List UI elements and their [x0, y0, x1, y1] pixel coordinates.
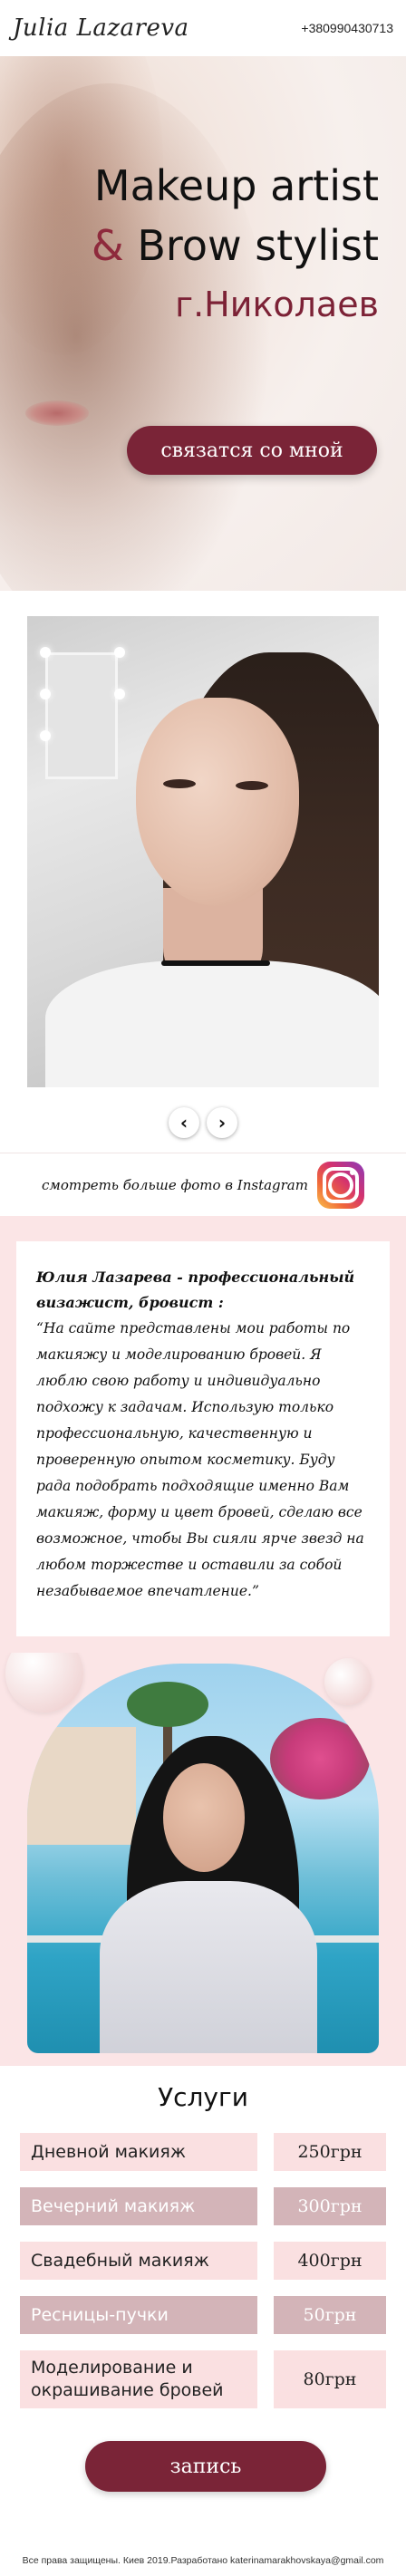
- photo-bulb: [114, 689, 125, 699]
- hero-title: Makeup artist & Brow stylist: [92, 156, 379, 275]
- phone-number[interactable]: +380990430713: [301, 21, 393, 35]
- hero-title-line1: Makeup artist: [93, 161, 379, 210]
- photo-shirt: [45, 960, 379, 1087]
- gallery-section: ‹ ›: [0, 591, 406, 1153]
- instagram-icon-dot: [349, 1169, 355, 1175]
- hero-lips: [25, 400, 89, 426]
- photo-eye: [236, 781, 268, 790]
- decor-circle: [5, 1653, 83, 1713]
- service-price: 400грн: [274, 2242, 386, 2280]
- hero-title-line2: Brow stylist: [123, 221, 379, 270]
- service-name: Свадебный макияж: [20, 2242, 257, 2280]
- hero-section: Makeup artist & Brow stylist г.Николаев …: [0, 47, 406, 591]
- portrait-palm-leaves: [127, 1682, 208, 1727]
- gallery-controls: ‹ ›: [0, 1107, 406, 1138]
- photo-eye: [163, 779, 196, 788]
- instagram-link-bar[interactable]: смотреть больше фото в Instagram: [0, 1153, 406, 1216]
- instagram-link-text[interactable]: смотреть больше фото в Instagram: [42, 1177, 308, 1193]
- portrait-section: [0, 1653, 406, 2066]
- portrait-face: [163, 1763, 245, 1872]
- services-title: Услуги: [158, 2082, 248, 2112]
- photo-choker: [161, 960, 270, 966]
- book-button[interactable]: запись: [85, 2441, 326, 2492]
- instagram-icon[interactable]: [316, 1161, 364, 1209]
- chevron-right-icon[interactable]: ›: [207, 1107, 237, 1138]
- photo-bulb: [40, 730, 51, 741]
- service-price: 50грн: [274, 2296, 386, 2334]
- services-section: Услуги Дневной макияж 250грн Вечерний ма…: [0, 2066, 406, 2546]
- service-row: Свадебный макияж 400грн: [20, 2242, 386, 2280]
- photo-bulb: [114, 647, 125, 658]
- about-lead: Юлия Лазарева - профессиональный визажис…: [36, 1269, 355, 1311]
- portrait-building: [27, 1727, 136, 1845]
- site-logo[interactable]: Julia Lazareva: [13, 14, 189, 42]
- hero-title-ampersand: &: [91, 221, 124, 270]
- photo-bulb: [40, 647, 51, 658]
- hero-city: г.Николаев: [175, 285, 379, 324]
- about-quote: “На сайте представлены мои работы по мак…: [36, 1320, 364, 1599]
- portrait-dress: [100, 1881, 317, 2053]
- portrait-photo: [27, 1664, 379, 2053]
- instagram-icon-lens: [327, 1172, 353, 1198]
- photo-bulb: [40, 689, 51, 699]
- gallery-photo: [27, 616, 379, 1087]
- contact-me-button[interactable]: связатся со мной: [127, 426, 377, 475]
- site-footer: Все права защищены. Киев 2019.Разработан…: [0, 2546, 406, 2576]
- service-name: Дневной макияж: [20, 2133, 257, 2171]
- photo-face: [136, 698, 299, 906]
- service-row: Вечерний макияж 300грн: [20, 2187, 386, 2225]
- service-price: 300грн: [274, 2187, 386, 2225]
- site-header: Julia Lazareva +380990430713: [0, 0, 406, 56]
- service-name: Моделирование и окрашивание бровей: [20, 2350, 257, 2408]
- service-price: 80грн: [274, 2350, 386, 2408]
- portrait-flowers: [270, 1718, 370, 1799]
- service-row: Моделирование и окрашивание бровей 80грн: [20, 2350, 386, 2408]
- service-row: Ресницы-пучки 50грн: [20, 2296, 386, 2334]
- about-section: Юлия Лазарева - профессиональный визажис…: [0, 1216, 406, 1653]
- service-name: Ресницы-пучки: [20, 2296, 257, 2334]
- decor-circle: [324, 1658, 372, 1705]
- about-card: Юлия Лазарева - профессиональный визажис…: [16, 1241, 390, 1636]
- photo-mirror: [45, 652, 118, 779]
- service-price: 250грн: [274, 2133, 386, 2171]
- service-name: Вечерний макияж: [20, 2187, 257, 2225]
- service-row: Дневной макияж 250грн: [20, 2133, 386, 2171]
- chevron-left-icon[interactable]: ‹: [169, 1107, 199, 1138]
